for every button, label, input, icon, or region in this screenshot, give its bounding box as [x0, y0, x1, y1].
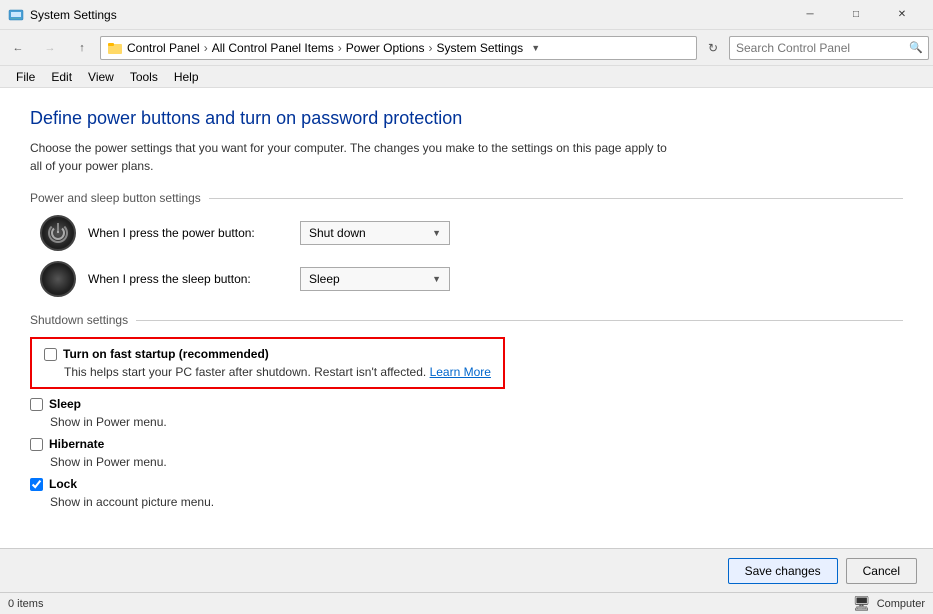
- window-title: System Settings: [30, 8, 787, 22]
- sleep-checkbox[interactable]: [30, 398, 43, 411]
- lock-checkbox-row: Lock: [30, 477, 903, 491]
- status-right: 🖥 Computer: [853, 595, 925, 612]
- minimize-button[interactable]: ─: [787, 0, 833, 30]
- power-button-label: When I press the power button:: [88, 226, 288, 240]
- save-changes-button[interactable]: Save changes: [728, 558, 838, 584]
- title-bar: System Settings ─ □ ✕: [0, 0, 933, 30]
- computer-label: Computer: [877, 598, 925, 610]
- computer-icon: 🖥: [853, 595, 871, 612]
- button-settings: When I press the power button: Shut down…: [40, 215, 903, 297]
- menu-view[interactable]: View: [80, 68, 122, 86]
- page-description: Choose the power settings that you want …: [30, 139, 680, 175]
- footer: Save changes Cancel: [0, 548, 933, 592]
- hibernate-checkbox[interactable]: [30, 438, 43, 451]
- toolbar: ← → ↑ Control Panel › All Control Panel …: [0, 30, 933, 66]
- folder-icon: [107, 40, 123, 56]
- menu-help[interactable]: Help: [166, 68, 207, 86]
- search-input[interactable]: [730, 41, 904, 55]
- learn-more-link[interactable]: Learn More: [430, 365, 491, 379]
- hibernate-sub-label: Show in Power menu.: [50, 455, 903, 469]
- sleep-sub-label: Show in Power menu.: [50, 415, 903, 429]
- window-controls: ─ □ ✕: [787, 0, 925, 30]
- menu-file[interactable]: File: [8, 68, 43, 86]
- hibernate-checkbox-label[interactable]: Hibernate: [49, 437, 104, 451]
- content-area: Define power buttons and turn on passwor…: [0, 88, 933, 548]
- close-button[interactable]: ✕: [879, 0, 925, 30]
- app-icon: [8, 7, 24, 23]
- menu-edit[interactable]: Edit: [43, 68, 80, 86]
- address-part-2: All Control Panel Items: [212, 41, 334, 55]
- page-title: Define power buttons and turn on passwor…: [30, 108, 903, 129]
- lock-checkbox-label[interactable]: Lock: [49, 477, 77, 491]
- shutdown-section: Turn on fast startup (recommended) This …: [30, 337, 903, 509]
- sleep-button-dropdown[interactable]: Sleep ▼ Sleep Hibernate Shut down Do not…: [300, 267, 450, 291]
- main-content: Define power buttons and turn on passwor…: [0, 88, 933, 592]
- items-count: 0 items: [8, 598, 43, 610]
- power-button-section-header: Power and sleep button settings: [30, 191, 903, 205]
- fast-startup-description: This helps start your PC faster after sh…: [64, 365, 491, 379]
- lock-sub-label: Show in account picture menu.: [50, 495, 903, 509]
- fast-startup-label[interactable]: Turn on fast startup (recommended): [63, 347, 269, 361]
- power-button-row: When I press the power button: Shut down…: [40, 215, 903, 251]
- fast-startup-box: Turn on fast startup (recommended) This …: [30, 337, 505, 389]
- sleep-checkbox-label[interactable]: Sleep: [49, 397, 81, 411]
- back-button[interactable]: ←: [4, 34, 32, 62]
- power-icon: [40, 215, 76, 251]
- address-part-1: Control Panel: [127, 41, 200, 55]
- sleep-checkbox-row: Sleep: [30, 397, 903, 411]
- fast-startup-row: Turn on fast startup (recommended): [44, 347, 491, 361]
- power-button-dropdown[interactable]: Shut down ▼ Shut down Sleep Hibernate Do…: [300, 221, 450, 245]
- menu-bar: File Edit View Tools Help: [0, 66, 933, 88]
- address-bar[interactable]: Control Panel › All Control Panel Items …: [100, 36, 697, 60]
- menu-tools[interactable]: Tools: [122, 68, 166, 86]
- search-bar[interactable]: 🔍: [729, 36, 929, 60]
- refresh-button[interactable]: ↻: [701, 36, 725, 60]
- cancel-button[interactable]: Cancel: [846, 558, 917, 584]
- address-part-power: Power Options: [346, 41, 425, 55]
- status-bar: 0 items 🖥 Computer: [0, 592, 933, 614]
- maximize-button[interactable]: □: [833, 0, 879, 30]
- lock-checkbox[interactable]: [30, 478, 43, 491]
- fast-startup-checkbox[interactable]: [44, 348, 57, 361]
- address-dropdown-icon[interactable]: ▼: [531, 43, 540, 53]
- hibernate-checkbox-row: Hibernate: [30, 437, 903, 451]
- sleep-button-row: When I press the sleep button: Sleep ▼ S…: [40, 261, 903, 297]
- up-button[interactable]: ↑: [68, 34, 96, 62]
- sleep-icon: [40, 261, 76, 297]
- forward-button[interactable]: →: [36, 34, 64, 62]
- search-button[interactable]: 🔍: [904, 36, 928, 60]
- address-part-system: System Settings: [436, 41, 523, 55]
- sleep-button-label: When I press the sleep button:: [88, 272, 288, 286]
- shutdown-section-header: Shutdown settings: [30, 313, 903, 327]
